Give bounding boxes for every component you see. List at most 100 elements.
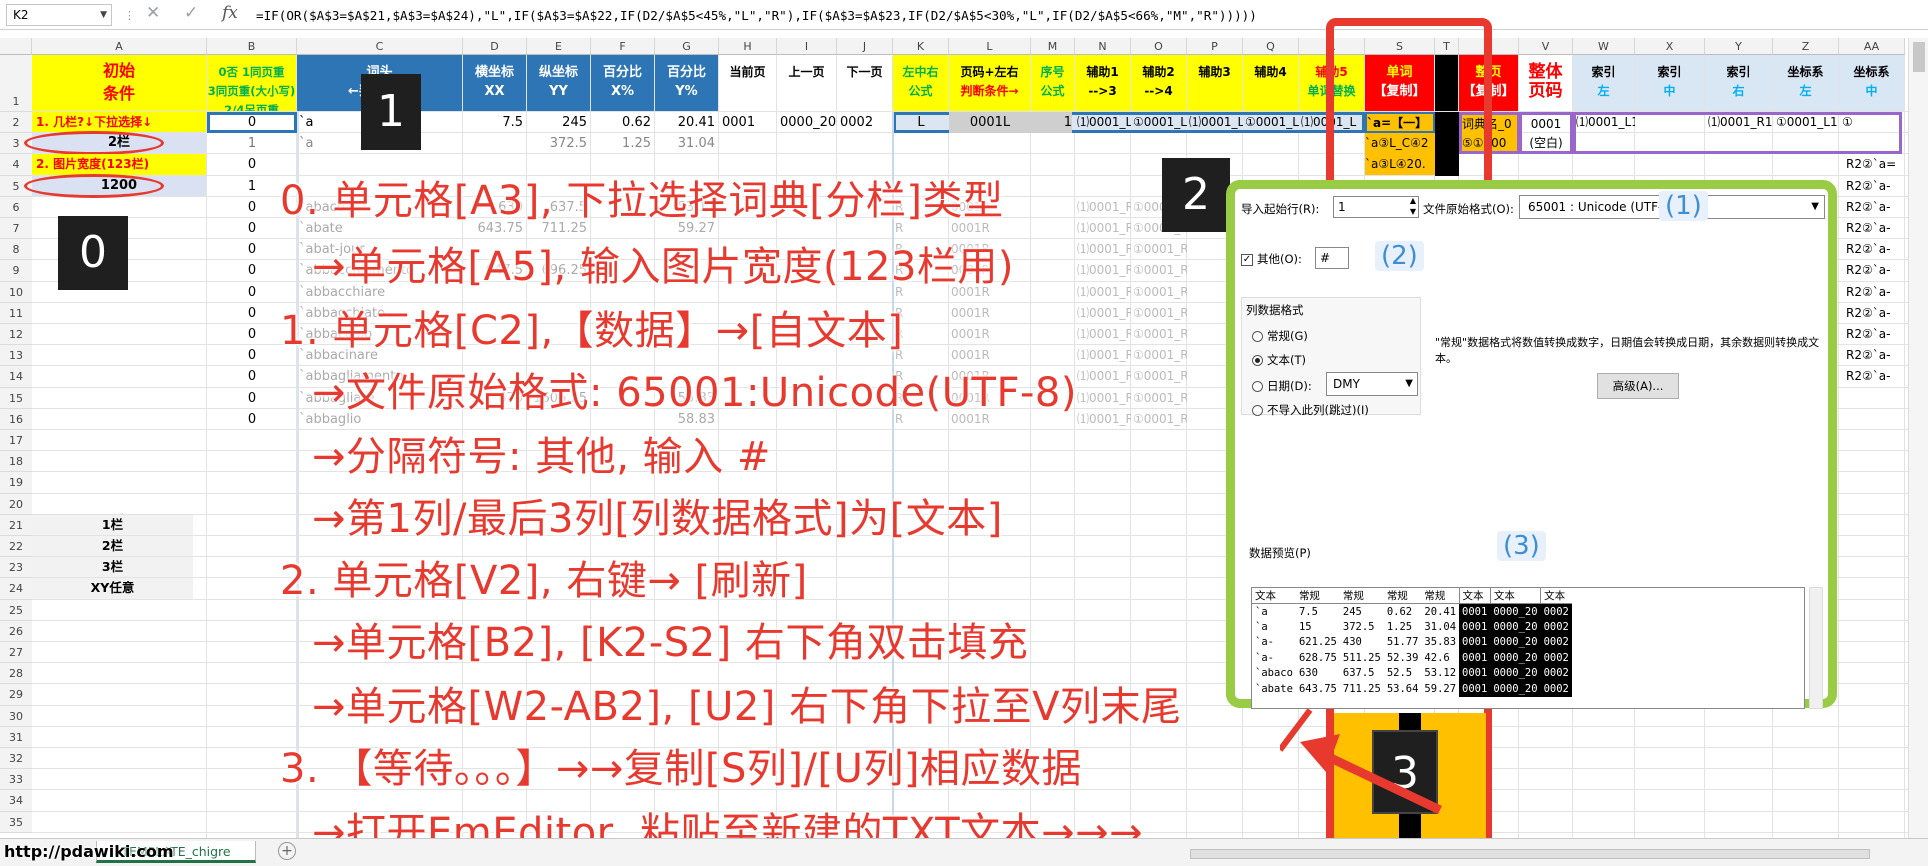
- header-cell-s[interactable]: 单词 【复制】: [1365, 55, 1434, 111]
- row-header-33[interactable]: 33: [0, 769, 32, 791]
- column-header-h[interactable]: H: [719, 38, 777, 55]
- row-header-22[interactable]: 22: [0, 536, 32, 558]
- cell-faint[interactable]: ⑴0001_R: [1077, 388, 1131, 409]
- cell-faint[interactable]: ⑴0001_R: [1077, 239, 1131, 260]
- header-cell-m[interactable]: 序号 公式: [1031, 55, 1074, 111]
- preview-header-cell[interactable]: 常规: [1295, 588, 1340, 604]
- cell-g2[interactable]: 20.41: [655, 112, 715, 133]
- header-cell-x[interactable]: 索引中: [1635, 55, 1704, 111]
- row-header-18[interactable]: 18: [0, 451, 32, 473]
- cell-faint[interactable]: ⑴0001_R: [1077, 345, 1131, 366]
- row-header-23[interactable]: 23: [0, 557, 32, 579]
- header-cell-i[interactable]: 上一页: [777, 55, 836, 111]
- cell-v3[interactable]: (空白): [1522, 133, 1570, 153]
- row-header-8[interactable]: 8: [0, 239, 32, 261]
- cell-f2[interactable]: 0.62: [591, 112, 651, 133]
- cell-faint[interactable]: ①0001_R: [1133, 324, 1187, 345]
- column-header-w[interactable]: W: [1573, 38, 1635, 55]
- cell-b-value[interactable]: 0: [207, 388, 297, 409]
- row-header-24[interactable]: 24: [0, 578, 32, 600]
- row-header-28[interactable]: 28: [0, 663, 32, 685]
- cell-w2[interactable]: ⑴0001_L1: [1576, 112, 1635, 133]
- cell-aa-fragment[interactable]: R2②`a-: [1846, 324, 1906, 345]
- header-cell-d[interactable]: 横坐标 XX: [463, 55, 526, 111]
- column-header-r[interactable]: R: [1299, 38, 1365, 55]
- header-cell-h[interactable]: 当前页: [719, 55, 776, 111]
- cell-aa-fragment[interactable]: R2②`a-: [1846, 345, 1906, 366]
- column-header-t[interactable]: T: [1435, 38, 1459, 55]
- row-header-13[interactable]: 13: [0, 345, 32, 367]
- column-header-a[interactable]: A: [32, 38, 207, 55]
- row-header-6[interactable]: 6: [0, 196, 32, 218]
- cell-r2[interactable]: ⑴0001_L: [1301, 112, 1365, 133]
- preview-header-cell[interactable]: 文本: [1252, 588, 1296, 604]
- advanced-button[interactable]: 高级(A)...: [1597, 373, 1679, 399]
- cell-aa-fragment[interactable]: R2②`a-: [1846, 239, 1906, 260]
- chevron-down-icon[interactable]: ▼: [1811, 196, 1819, 218]
- column-header-aa[interactable]: AA: [1839, 38, 1905, 55]
- column-header-z[interactable]: Z: [1773, 38, 1839, 55]
- radio-date[interactable]: 日期(D):: [1252, 378, 1312, 394]
- cell-q2[interactable]: ①0001_L: [1245, 112, 1299, 133]
- cancel-icon[interactable]: ✕: [146, 3, 160, 23]
- cell-faint[interactable]: 0001R: [951, 324, 1031, 345]
- column-header-f[interactable]: F: [591, 38, 655, 55]
- cell-s2[interactable]: `a=【一】: [1365, 112, 1435, 134]
- header-cell-z[interactable]: 坐标系左: [1773, 55, 1838, 111]
- cell-faint[interactable]: ①0001_R: [1133, 303, 1187, 324]
- row-header-2[interactable]: 2: [0, 112, 32, 134]
- chevron-down-icon[interactable]: ▼: [100, 5, 107, 25]
- name-box[interactable]: K2 ▼: [6, 4, 112, 26]
- column-header-y[interactable]: Y: [1705, 38, 1773, 55]
- scrollbar-thumb[interactable]: [1913, 42, 1925, 72]
- cell-b-value[interactable]: 0: [207, 366, 297, 387]
- spinner-icon[interactable]: ▲ ▼: [1410, 195, 1416, 217]
- row-header-29[interactable]: 29: [0, 684, 32, 706]
- cell-aa-fragment[interactable]: R2②`a-: [1846, 282, 1906, 303]
- column-header-x[interactable]: X: [1635, 38, 1705, 55]
- cell-aa2[interactable]: ①: [1842, 112, 1905, 133]
- cell-s4[interactable]: `a③L④20.: [1365, 154, 1435, 176]
- header-cell-w[interactable]: 索引左: [1573, 55, 1634, 111]
- cell-n2[interactable]: ⑴0001_L: [1077, 112, 1131, 133]
- cell-j2[interactable]: 0002: [840, 112, 892, 133]
- cell-faint[interactable]: ⑴0001_R: [1077, 282, 1131, 303]
- cell-faint[interactable]: ①0001_R: [1133, 282, 1187, 303]
- cell-faint[interactable]: ⑴0001_R: [1077, 366, 1131, 387]
- row-header-19[interactable]: 19: [0, 472, 32, 494]
- cell-d2[interactable]: 7.5: [463, 112, 523, 133]
- cell-m2[interactable]: 1: [1031, 112, 1072, 133]
- formula-input[interactable]: =IF(OR($A$3=$A$21,$A$3=$A$24),"L",IF($A$…: [256, 5, 1916, 27]
- header-cell-f[interactable]: 百分比 X%: [591, 55, 654, 111]
- splitter-icon[interactable]: ⋮: [124, 9, 135, 22]
- cell-faint[interactable]: ⑴0001_R: [1077, 303, 1131, 324]
- preview-header-cell[interactable]: 文本: [1489, 588, 1541, 604]
- header-cell-p[interactable]: 辅助3: [1187, 55, 1242, 111]
- row-header-31[interactable]: 31: [0, 726, 32, 748]
- row-header-7[interactable]: 7: [0, 218, 32, 240]
- cell-h2[interactable]: 0001: [722, 112, 776, 133]
- cell-g3[interactable]: 31.04: [655, 133, 715, 154]
- header-cell-k[interactable]: 左中右 公式: [893, 55, 948, 111]
- row-header-15[interactable]: 15: [0, 387, 32, 409]
- cell-faint[interactable]: ①0001_R: [1133, 345, 1187, 366]
- cell-faint[interactable]: ⑴0001_R: [1077, 197, 1131, 218]
- row-header-35[interactable]: 35: [0, 811, 32, 833]
- header-cell-u[interactable]: 整页 【复制】: [1459, 55, 1518, 111]
- cell-faint[interactable]: ①0001_R: [1133, 366, 1187, 387]
- vertical-scrollbar[interactable]: [1908, 38, 1928, 838]
- header-cell-r[interactable]: 辅助5 单词替换: [1299, 55, 1364, 111]
- header-cell-g[interactable]: 百分比 Y%: [655, 55, 718, 111]
- cell-k2[interactable]: L: [893, 112, 949, 133]
- cell-faint[interactable]: ⑴0001_R: [1077, 218, 1131, 239]
- cell-u3[interactable]: ⑤①000: [1462, 133, 1518, 153]
- preview-header-cell[interactable]: 文本: [1540, 588, 1572, 604]
- column-header-o[interactable]: O: [1131, 38, 1187, 55]
- column-header-e[interactable]: E: [527, 38, 591, 55]
- radio-text[interactable]: 文本(T): [1252, 352, 1306, 368]
- column-header-u[interactable]: U: [1459, 38, 1519, 55]
- header-cell-b[interactable]: 0否 1同页重 3同页重(大小写) 2/4另页重: [207, 55, 296, 111]
- cell-i2[interactable]: 0000_20: [780, 112, 836, 133]
- other-checkbox[interactable]: ✓ 其他(O):: [1241, 251, 1302, 267]
- row-header-11[interactable]: 11: [0, 302, 32, 324]
